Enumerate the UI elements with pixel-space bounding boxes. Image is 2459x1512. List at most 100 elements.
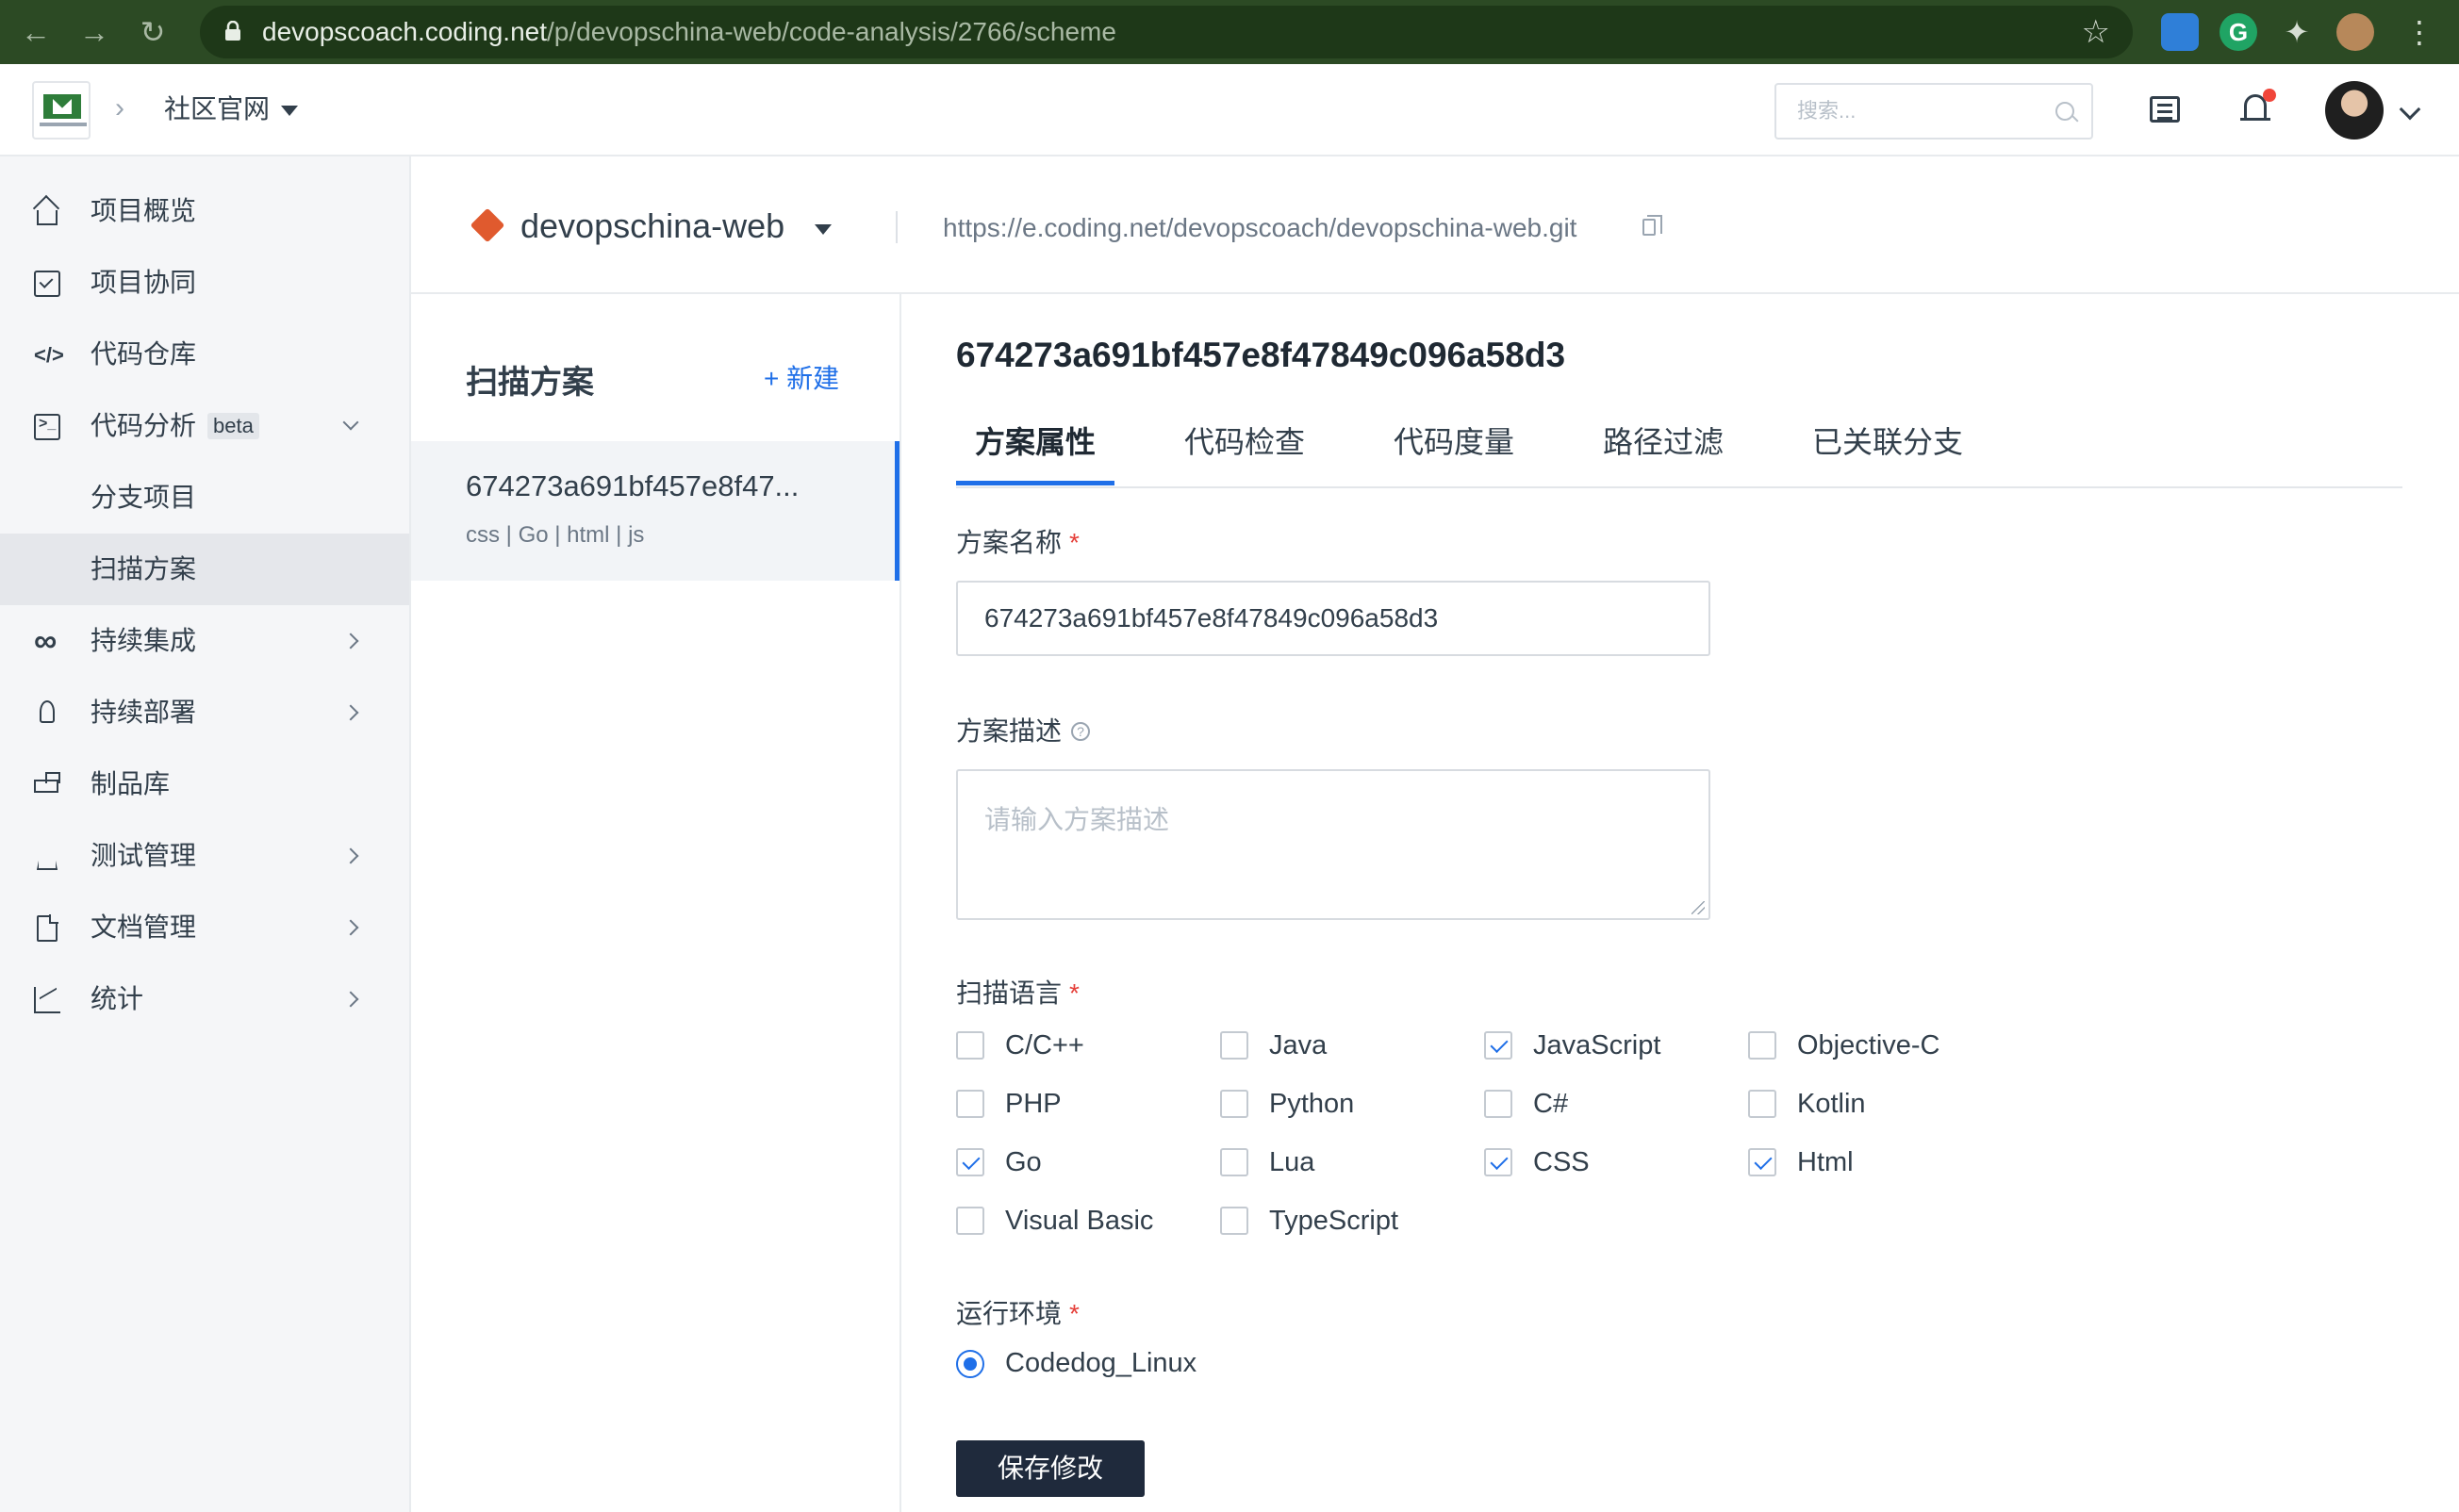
chevron-down-icon[interactable] (2399, 98, 2421, 121)
sidebar-item-collaboration[interactable]: 项目协同 (0, 247, 409, 319)
caret-down-icon[interactable] (815, 224, 832, 235)
sidebar-item-label: 统计 (91, 984, 144, 1013)
sidebar-item-label: 代码仓库 (91, 339, 197, 369)
sidebar-item-label: 扫描方案 (91, 554, 197, 583)
language-label: Lua (1269, 1147, 1315, 1177)
extension-grammarly-icon[interactable]: G (2220, 13, 2257, 51)
user-avatar[interactable] (2325, 81, 2384, 140)
browser-profile-avatar[interactable] (2336, 13, 2374, 51)
language-label: CSS (1533, 1147, 1590, 1177)
chart-icon (34, 987, 60, 1013)
scheme-desc-label: 方案描述? (956, 713, 1091, 750)
announcement-icon[interactable] (2146, 90, 2184, 128)
scheme-name-label: 方案名称 * (956, 528, 1080, 557)
language-label: Objective-C (1797, 1030, 1940, 1060)
browser-toolbar: ← → ↻ devopscoach.coding.net/p/devopschi… (0, 0, 2459, 64)
sidebar-item-label: 项目概览 (91, 196, 197, 225)
sidebar-item-docs[interactable]: 文档管理 (0, 892, 409, 963)
extension-translate-icon[interactable] (2161, 13, 2199, 51)
help-icon[interactable]: ? (1071, 721, 1091, 741)
repo-clone-url: https://e.coding.net/devopscoach/devopsc… (943, 213, 1577, 242)
language-label: Go (1005, 1147, 1042, 1177)
checkbox-checked-icon (1484, 1031, 1512, 1060)
checkbox-icon (34, 271, 60, 297)
box-icon (34, 772, 60, 793)
git-repo-icon (470, 207, 505, 243)
home-icon (37, 210, 58, 225)
checkbox-unchecked-icon (956, 1031, 984, 1060)
tab-linked-branches[interactable]: 已关联分支 (1812, 420, 1963, 464)
sidebar-item-label: 持续部署 (91, 698, 197, 727)
language-label: Kotlin (1797, 1089, 1866, 1119)
save-button[interactable]: 保存修改 (956, 1440, 1145, 1497)
new-scheme-button[interactable]: + 新建 (764, 358, 839, 396)
team-switcher[interactable]: 社区官网 (164, 90, 299, 128)
checkbox-unchecked-icon (956, 1207, 984, 1235)
language-label: Visual Basic (1005, 1206, 1154, 1236)
rocket-icon (40, 700, 55, 723)
extensions-puzzle-icon[interactable]: ✦ (2278, 13, 2316, 51)
chevron-right-icon (342, 633, 359, 649)
repo-switcher[interactable]: devopschina-web (520, 205, 784, 247)
checkbox-unchecked-icon (1220, 1031, 1248, 1060)
terminal-icon: >_ (34, 414, 60, 440)
checkbox-checked-icon (1484, 1148, 1512, 1176)
chevron-right-icon (342, 704, 359, 721)
sidebar: 项目概览 项目协同 </> 代码仓库 >_ 代码分析 beta 分支项目 扫描方案… (0, 156, 411, 1512)
notification-bell-icon[interactable] (2236, 89, 2276, 128)
resize-handle-icon[interactable] (1692, 901, 1705, 914)
checkbox-unchecked-icon (1220, 1090, 1248, 1118)
checkbox-unchecked-icon (1748, 1031, 1776, 1060)
copy-icon[interactable] (1642, 215, 1662, 236)
flask-icon (37, 844, 58, 870)
sidebar-item-ci[interactable]: ∞ 持续集成 (0, 605, 409, 677)
sidebar-item-testing[interactable]: 测试管理 (0, 820, 409, 892)
url-text: devopscoach.coding.net/p/devopschina-web… (262, 17, 1116, 46)
scheme-list-item[interactable]: 674273a691bf457e8f47... css | Go | html … (411, 441, 899, 581)
tab-code-metrics[interactable]: 代码度量 (1394, 420, 1514, 464)
checkbox-unchecked-icon (1220, 1207, 1248, 1235)
infinity-icon: ∞ (34, 623, 58, 659)
document-icon (37, 914, 58, 942)
scheme-languages: css | Go | html | js (466, 522, 645, 548)
reload-icon[interactable]: ↻ (134, 13, 172, 51)
sidebar-item-label: 制品库 (91, 769, 171, 798)
sidebar-item-repository[interactable]: </> 代码仓库 (0, 319, 409, 390)
sidebar-item-label: 测试管理 (91, 841, 197, 870)
sidebar-item-artifacts[interactable]: 制品库 (0, 748, 409, 820)
forward-icon[interactable]: → (75, 13, 113, 51)
checkbox-unchecked-icon (956, 1090, 984, 1118)
sidebar-item-stats[interactable]: 统计 (0, 963, 409, 1035)
bookmark-star-icon[interactable]: ☆ (2082, 15, 2110, 49)
search-input[interactable]: 搜索... (1774, 83, 2093, 140)
scheme-name: 674273a691bf457e8f47... (466, 469, 800, 502)
beta-badge: beta (207, 412, 259, 439)
sidebar-item-cd[interactable]: 持续部署 (0, 677, 409, 748)
scan-language-label: 扫描语言 * (956, 978, 1080, 1008)
code-icon: </> (34, 343, 64, 367)
language-label: PHP (1005, 1089, 1062, 1119)
checkbox-checked-icon (956, 1148, 984, 1176)
sidebar-item-code-analysis[interactable]: >_ 代码分析 beta (0, 390, 409, 462)
browser-menu-icon[interactable]: ⋮ (2404, 13, 2434, 51)
app-header: › 社区官网 搜索... (0, 64, 2459, 156)
address-bar[interactable]: devopscoach.coding.net/p/devopschina-web… (200, 6, 2133, 58)
chevron-right-icon (342, 847, 359, 864)
language-label: Python (1269, 1089, 1355, 1119)
runtime-env-label: 运行环境 * (956, 1299, 1080, 1328)
unread-dot (2263, 89, 2276, 102)
team-logo[interactable] (32, 81, 91, 140)
scheme-name-input[interactable]: 674273a691bf457e8f47849c096a58d3 (956, 581, 1710, 656)
tab-path-filter[interactable]: 路径过滤 (1603, 420, 1724, 464)
tab-properties[interactable]: 方案属性 (975, 420, 1096, 464)
runtime-env-option: Codedog_Linux (1005, 1348, 1197, 1378)
caret-down-icon (281, 106, 299, 117)
tab-code-check[interactable]: 代码检查 (1184, 420, 1305, 464)
sidebar-item-branch-projects[interactable]: 分支项目 (0, 462, 409, 534)
checkbox-unchecked-icon (1484, 1090, 1512, 1118)
sidebar-item-overview[interactable]: 项目概览 (0, 175, 409, 247)
scheme-desc-textarea[interactable]: 请输入方案描述 (956, 769, 1710, 920)
sidebar-item-scan-schemes[interactable]: 扫描方案 (0, 534, 409, 605)
breadcrumb-separator-icon: › (115, 92, 124, 123)
back-icon[interactable]: ← (17, 13, 55, 51)
